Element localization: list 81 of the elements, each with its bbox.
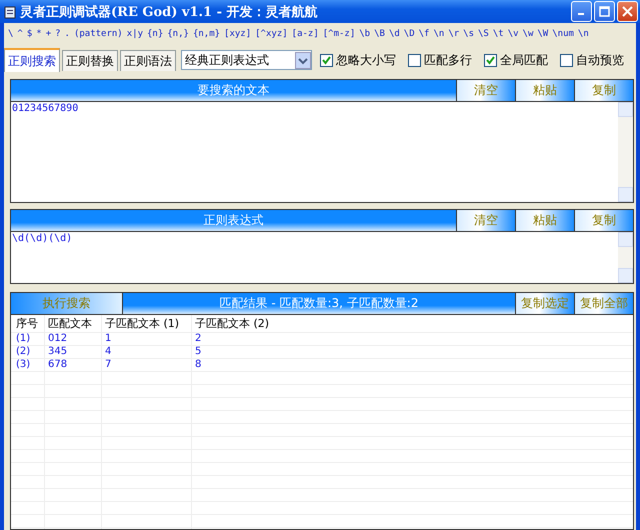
checkbox-label: 匹配多行 <box>424 52 472 68</box>
panel-button[interactable]: 复制 <box>574 210 633 231</box>
syntax-token-link[interactable]: \n <box>578 29 589 39</box>
checkbox[interactable] <box>484 54 497 66</box>
panel-button[interactable]: 粘贴 <box>515 80 574 101</box>
table-cell: (3) <box>11 359 45 371</box>
tab[interactable]: 正则搜索 <box>4 48 60 72</box>
column-header[interactable]: 子匹配文本 (1) <box>102 315 192 332</box>
close-icon <box>622 6 633 17</box>
panel-button[interactable]: 粘贴 <box>515 210 574 231</box>
syntax-token-link[interactable]: \S <box>478 29 489 39</box>
scrollbar[interactable] <box>618 232 633 283</box>
syntax-token-link[interactable]: [^m-z] <box>322 29 356 39</box>
minimize-button[interactable] <box>571 1 592 22</box>
syntax-token-link[interactable]: \n <box>433 29 444 39</box>
table-cell-text: 5 <box>194 346 202 358</box>
checkbox[interactable] <box>560 54 573 66</box>
table-cell: (2) <box>11 346 45 358</box>
table-cell: 345 <box>45 346 102 358</box>
tab[interactable]: 正则语法 <box>120 50 176 70</box>
syntax-token-link[interactable]: {n,} <box>167 29 189 39</box>
panel-button[interactable]: 清空 <box>456 80 515 101</box>
table-cell: 012 <box>45 333 102 345</box>
syntax-token-link[interactable]: $ <box>26 29 32 39</box>
scrollbar[interactable] <box>618 102 633 202</box>
syntax-token-link[interactable]: \b <box>359 29 370 39</box>
syntax-token-link[interactable]: {n,m} <box>192 29 220 39</box>
syntax-token-link[interactable]: \W <box>537 29 548 39</box>
table-cell-text: 8 <box>194 359 202 371</box>
syntax-token-link[interactable]: + <box>46 29 52 39</box>
syntax-token-link[interactable]: \r <box>448 29 460 39</box>
checkbox-label: 全局匹配 <box>500 52 548 68</box>
maximize-icon <box>599 6 610 17</box>
checkbox[interactable] <box>320 54 333 66</box>
syntax-token-link[interactable]: \s <box>463 29 474 39</box>
panel-button[interactable]: 清空 <box>456 210 515 231</box>
text-area[interactable]: 01234567890 <box>11 102 633 202</box>
syntax-token-link[interactable]: [a-z] <box>292 29 319 39</box>
checkbox-label: 自动预览 <box>576 52 624 68</box>
panel-button[interactable]: 复制 <box>574 80 633 101</box>
mode-dropdown[interactable]: 经典正则表达式 <box>181 50 312 70</box>
syntax-token-link[interactable]: ? <box>55 29 61 39</box>
panel-header: 匹配结果 - 匹配数量:3, 子匹配数量:2 <box>123 293 515 314</box>
syntax-token-link[interactable]: \w <box>522 29 534 39</box>
panel-header: 要搜索的文本 <box>11 80 456 101</box>
syntax-token-link[interactable]: \B <box>374 29 385 39</box>
table-cell: 678 <box>45 359 102 371</box>
app-icon <box>4 4 16 18</box>
syntax-token-link[interactable]: {n} <box>147 29 164 39</box>
checkbox-label: 忽略大小写 <box>336 52 396 68</box>
table-cell: 4 <box>102 346 192 358</box>
maximize-button[interactable] <box>594 1 615 22</box>
panel-button[interactable]: 复制全部 <box>574 293 633 314</box>
syntax-token-link[interactable]: \ <box>8 29 14 39</box>
syntax-token-link[interactable]: \d <box>388 29 400 39</box>
syntax-token-link[interactable]: * <box>36 29 42 39</box>
table-cell: (1) <box>11 333 45 345</box>
syntax-token-link[interactable]: (pattern) <box>74 29 123 39</box>
checkbox[interactable] <box>408 54 421 66</box>
column-header[interactable]: 子匹配文本 (2) <box>192 315 633 332</box>
panel-header: 正则表达式 <box>11 210 456 231</box>
syntax-token-link[interactable]: . <box>64 29 70 39</box>
syntax-token-link[interactable]: [^xyz] <box>255 29 288 39</box>
syntax-token-link[interactable]: [xyz] <box>224 29 252 39</box>
syntax-token-link[interactable]: \num <box>552 29 574 39</box>
syntax-token-link[interactable]: \t <box>492 29 504 39</box>
syntax-token-link[interactable]: ^ <box>17 29 23 39</box>
table-cell: 7 <box>102 359 192 371</box>
text-area[interactable]: \d(\d)(\d) <box>11 232 633 283</box>
window-title: 灵者正则调试器(RE God) v1.1 - 开发：灵者航航 <box>20 4 319 20</box>
close-button[interactable] <box>617 1 638 22</box>
panel-button[interactable]: 复制选定 <box>515 293 574 314</box>
table-cell: 1 <box>102 333 192 345</box>
table-cell-text: 2 <box>194 333 202 345</box>
column-header[interactable]: 序号 <box>11 315 45 332</box>
column-header[interactable]: 匹配文本 <box>45 315 102 332</box>
tab[interactable]: 正则替换 <box>62 50 118 70</box>
syntax-token-link[interactable]: \D <box>404 29 415 39</box>
syntax-token-link[interactable]: x|y <box>126 29 143 39</box>
syntax-token-link[interactable]: \v <box>508 29 519 39</box>
syntax-token-link[interactable]: \f <box>418 29 430 39</box>
